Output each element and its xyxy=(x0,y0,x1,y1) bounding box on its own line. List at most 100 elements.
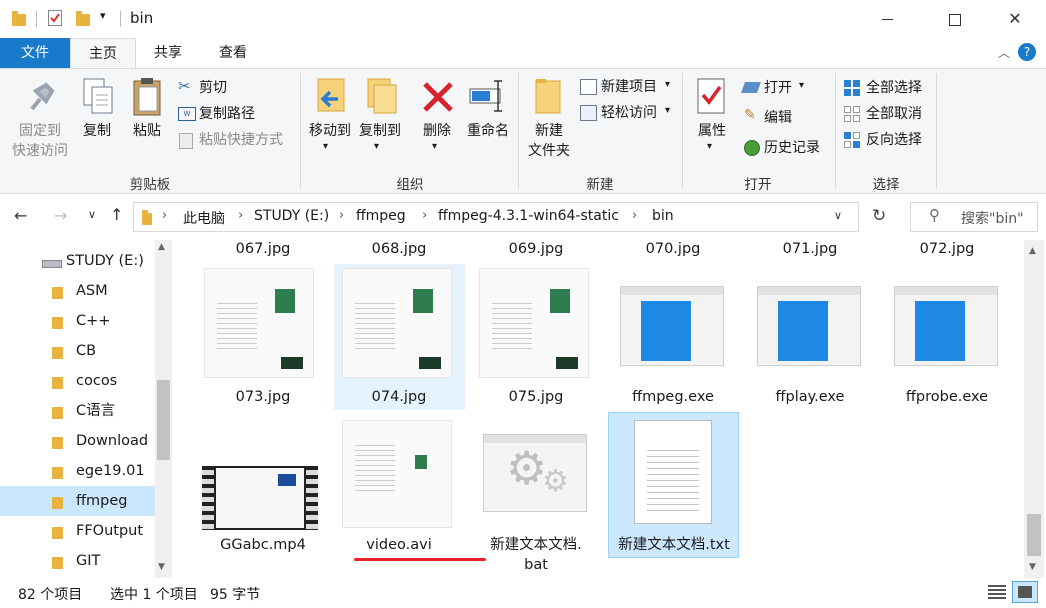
divider xyxy=(120,11,121,27)
help-icon[interactable]: ? xyxy=(1018,43,1036,61)
up-arrow-icon[interactable]: ↑ xyxy=(110,205,123,224)
file-name[interactable]: 071.jpg xyxy=(745,240,875,259)
file-name[interactable]: 069.jpg xyxy=(471,240,601,259)
nav-scrollbar[interactable]: ▲ ▼ xyxy=(155,240,172,578)
move-to-icon xyxy=(317,78,345,112)
nav-item-ffmpeg[interactable]: ffmpeg xyxy=(0,486,155,516)
refresh-icon[interactable]: ↻ xyxy=(872,206,886,226)
close-button[interactable]: ✕ xyxy=(992,0,1038,38)
content-scrollbar[interactable]: ▲ ▼ xyxy=(1024,240,1044,578)
select-group-label: 选择 xyxy=(872,177,900,193)
nav-item-asm[interactable]: ASM xyxy=(0,276,155,306)
nav-scroll-thumb[interactable] xyxy=(157,380,170,460)
scroll-up-icon[interactable]: ▲ xyxy=(158,242,165,252)
file-name[interactable]: bat xyxy=(471,556,601,575)
file-name[interactable]: GGabc.mp4 xyxy=(198,536,328,555)
select-all-icon xyxy=(844,80,860,96)
file-name[interactable]: 070.jpg xyxy=(608,240,738,259)
large-icons-view-icon[interactable] xyxy=(1012,581,1038,603)
nav-item-download[interactable]: Download xyxy=(0,426,155,456)
breadcrumb-study-drive[interactable]: STUDY (E:) xyxy=(254,208,329,224)
file-name[interactable]: 072.jpg xyxy=(882,240,1012,259)
film-strip-right xyxy=(306,466,318,530)
text-file-icon[interactable] xyxy=(634,420,712,524)
video-thumbnail[interactable] xyxy=(202,466,318,530)
details-view-icon[interactable] xyxy=(988,585,1006,599)
nav-item-c-language[interactable]: C语言 xyxy=(0,396,155,426)
divider xyxy=(36,11,37,27)
copy-icon xyxy=(83,78,113,114)
nav-item-git[interactable]: GIT xyxy=(0,546,155,576)
minimize-button[interactable] xyxy=(864,0,910,38)
thumb-text-lines xyxy=(217,299,257,349)
delete-label: 删除 xyxy=(423,123,451,139)
pin-label-2: 快速访问 xyxy=(12,143,68,159)
new-folder-icon[interactable] xyxy=(76,11,90,26)
tab-view[interactable]: 查看 xyxy=(202,38,264,68)
thumb-green-block xyxy=(415,455,427,469)
file-name[interactable]: video.avi xyxy=(334,536,464,555)
scroll-down-icon[interactable]: ▼ xyxy=(158,562,165,572)
scroll-down-icon[interactable]: ▼ xyxy=(1029,562,1036,572)
video-thumbnail[interactable] xyxy=(342,420,452,528)
address-bar[interactable]: › 此电脑 › STUDY (E:) › ffmpeg › ffmpeg-4.3… xyxy=(133,202,859,232)
file-name[interactable]: 068.jpg xyxy=(334,240,464,259)
breadcrumb-ffmpeg-static[interactable]: ffmpeg-4.3.1-win64-static xyxy=(438,208,619,224)
file-name[interactable]: 新建文本文档.txt xyxy=(604,536,744,555)
maximize-button[interactable] xyxy=(932,0,978,38)
file-name[interactable]: 067.jpg xyxy=(198,240,328,259)
expand-ribbon-icon[interactable]: ︿ xyxy=(998,44,1010,61)
content-scroll-thumb[interactable] xyxy=(1027,514,1041,556)
window-titlebar xyxy=(758,287,860,295)
file-name[interactable]: ffprobe.exe xyxy=(882,388,1012,407)
image-thumbnail[interactable] xyxy=(479,268,589,378)
gear-icon: ⚙ xyxy=(542,464,569,499)
nav-item-ffoutput[interactable]: FFOutput xyxy=(0,516,155,546)
breadcrumb-this-pc[interactable]: 此电脑 xyxy=(183,208,225,228)
back-arrow-icon[interactable]: ← xyxy=(14,206,27,225)
folder-icon xyxy=(52,407,63,419)
breadcrumb-bin[interactable]: bin xyxy=(652,208,674,224)
rename-icon xyxy=(469,80,502,112)
nav-item-study-drive[interactable]: STUDY (E:) xyxy=(0,246,155,276)
tab-file[interactable]: 文件 xyxy=(0,38,70,68)
new-folder-icon xyxy=(535,79,561,114)
properties-check-icon[interactable] xyxy=(48,10,62,26)
large-icon-glyph xyxy=(1018,586,1032,598)
easy-access-icon xyxy=(580,105,597,121)
recent-locations-dropdown-icon[interactable]: ∨ xyxy=(88,208,96,221)
nav-item-cpp[interactable]: C++ xyxy=(0,306,155,336)
breadcrumb-ffmpeg[interactable]: ffmpeg xyxy=(356,208,406,224)
file-name[interactable]: 074.jpg xyxy=(334,388,464,407)
pin-icon xyxy=(30,82,55,111)
bat-file-icon[interactable]: ⚙ ⚙ xyxy=(483,434,587,512)
copy-to-label: 复制到 xyxy=(359,123,401,139)
exe-file-icon[interactable] xyxy=(757,286,861,366)
scroll-up-icon[interactable]: ▲ xyxy=(1029,246,1036,256)
easy-access-dropdown-icon: ▾ xyxy=(665,105,671,116)
image-thumbnail[interactable] xyxy=(204,268,314,378)
properties-label: 属性 xyxy=(698,123,726,139)
copy-path-label: 复制路径 xyxy=(199,106,255,122)
ribbon-tabs: 文件 主页 共享 查看 ︿ ? xyxy=(0,38,1046,68)
file-name[interactable]: 新建文本文档. xyxy=(471,536,601,555)
paste-shortcut-icon xyxy=(179,133,193,149)
file-name[interactable]: 075.jpg xyxy=(471,388,601,407)
address-dropdown-icon[interactable]: ∨ xyxy=(834,209,842,222)
search-box[interactable]: ⚲ 搜索"bin" xyxy=(910,202,1038,232)
nav-item-cocos[interactable]: cocos xyxy=(0,366,155,396)
forward-arrow-icon[interactable]: → xyxy=(54,206,67,225)
nav-item-cb[interactable]: CB xyxy=(0,336,155,366)
file-name[interactable]: 073.jpg xyxy=(198,388,328,407)
quick-access-dropdown-icon[interactable]: ▾ xyxy=(100,9,106,22)
file-name[interactable]: ffplay.exe xyxy=(745,388,875,407)
nav-item-ege[interactable]: ege19.01 xyxy=(0,456,155,486)
exe-file-icon[interactable] xyxy=(620,286,724,366)
file-name[interactable]: ffmpeg.exe xyxy=(608,388,738,407)
tab-share[interactable]: 共享 xyxy=(138,38,198,68)
breadcrumb-separator-icon: › xyxy=(162,208,168,223)
exe-file-icon[interactable] xyxy=(894,286,998,366)
item-count: 82 个项目 xyxy=(18,587,83,603)
image-thumbnail[interactable] xyxy=(342,268,452,378)
tab-home[interactable]: 主页 xyxy=(70,38,136,68)
